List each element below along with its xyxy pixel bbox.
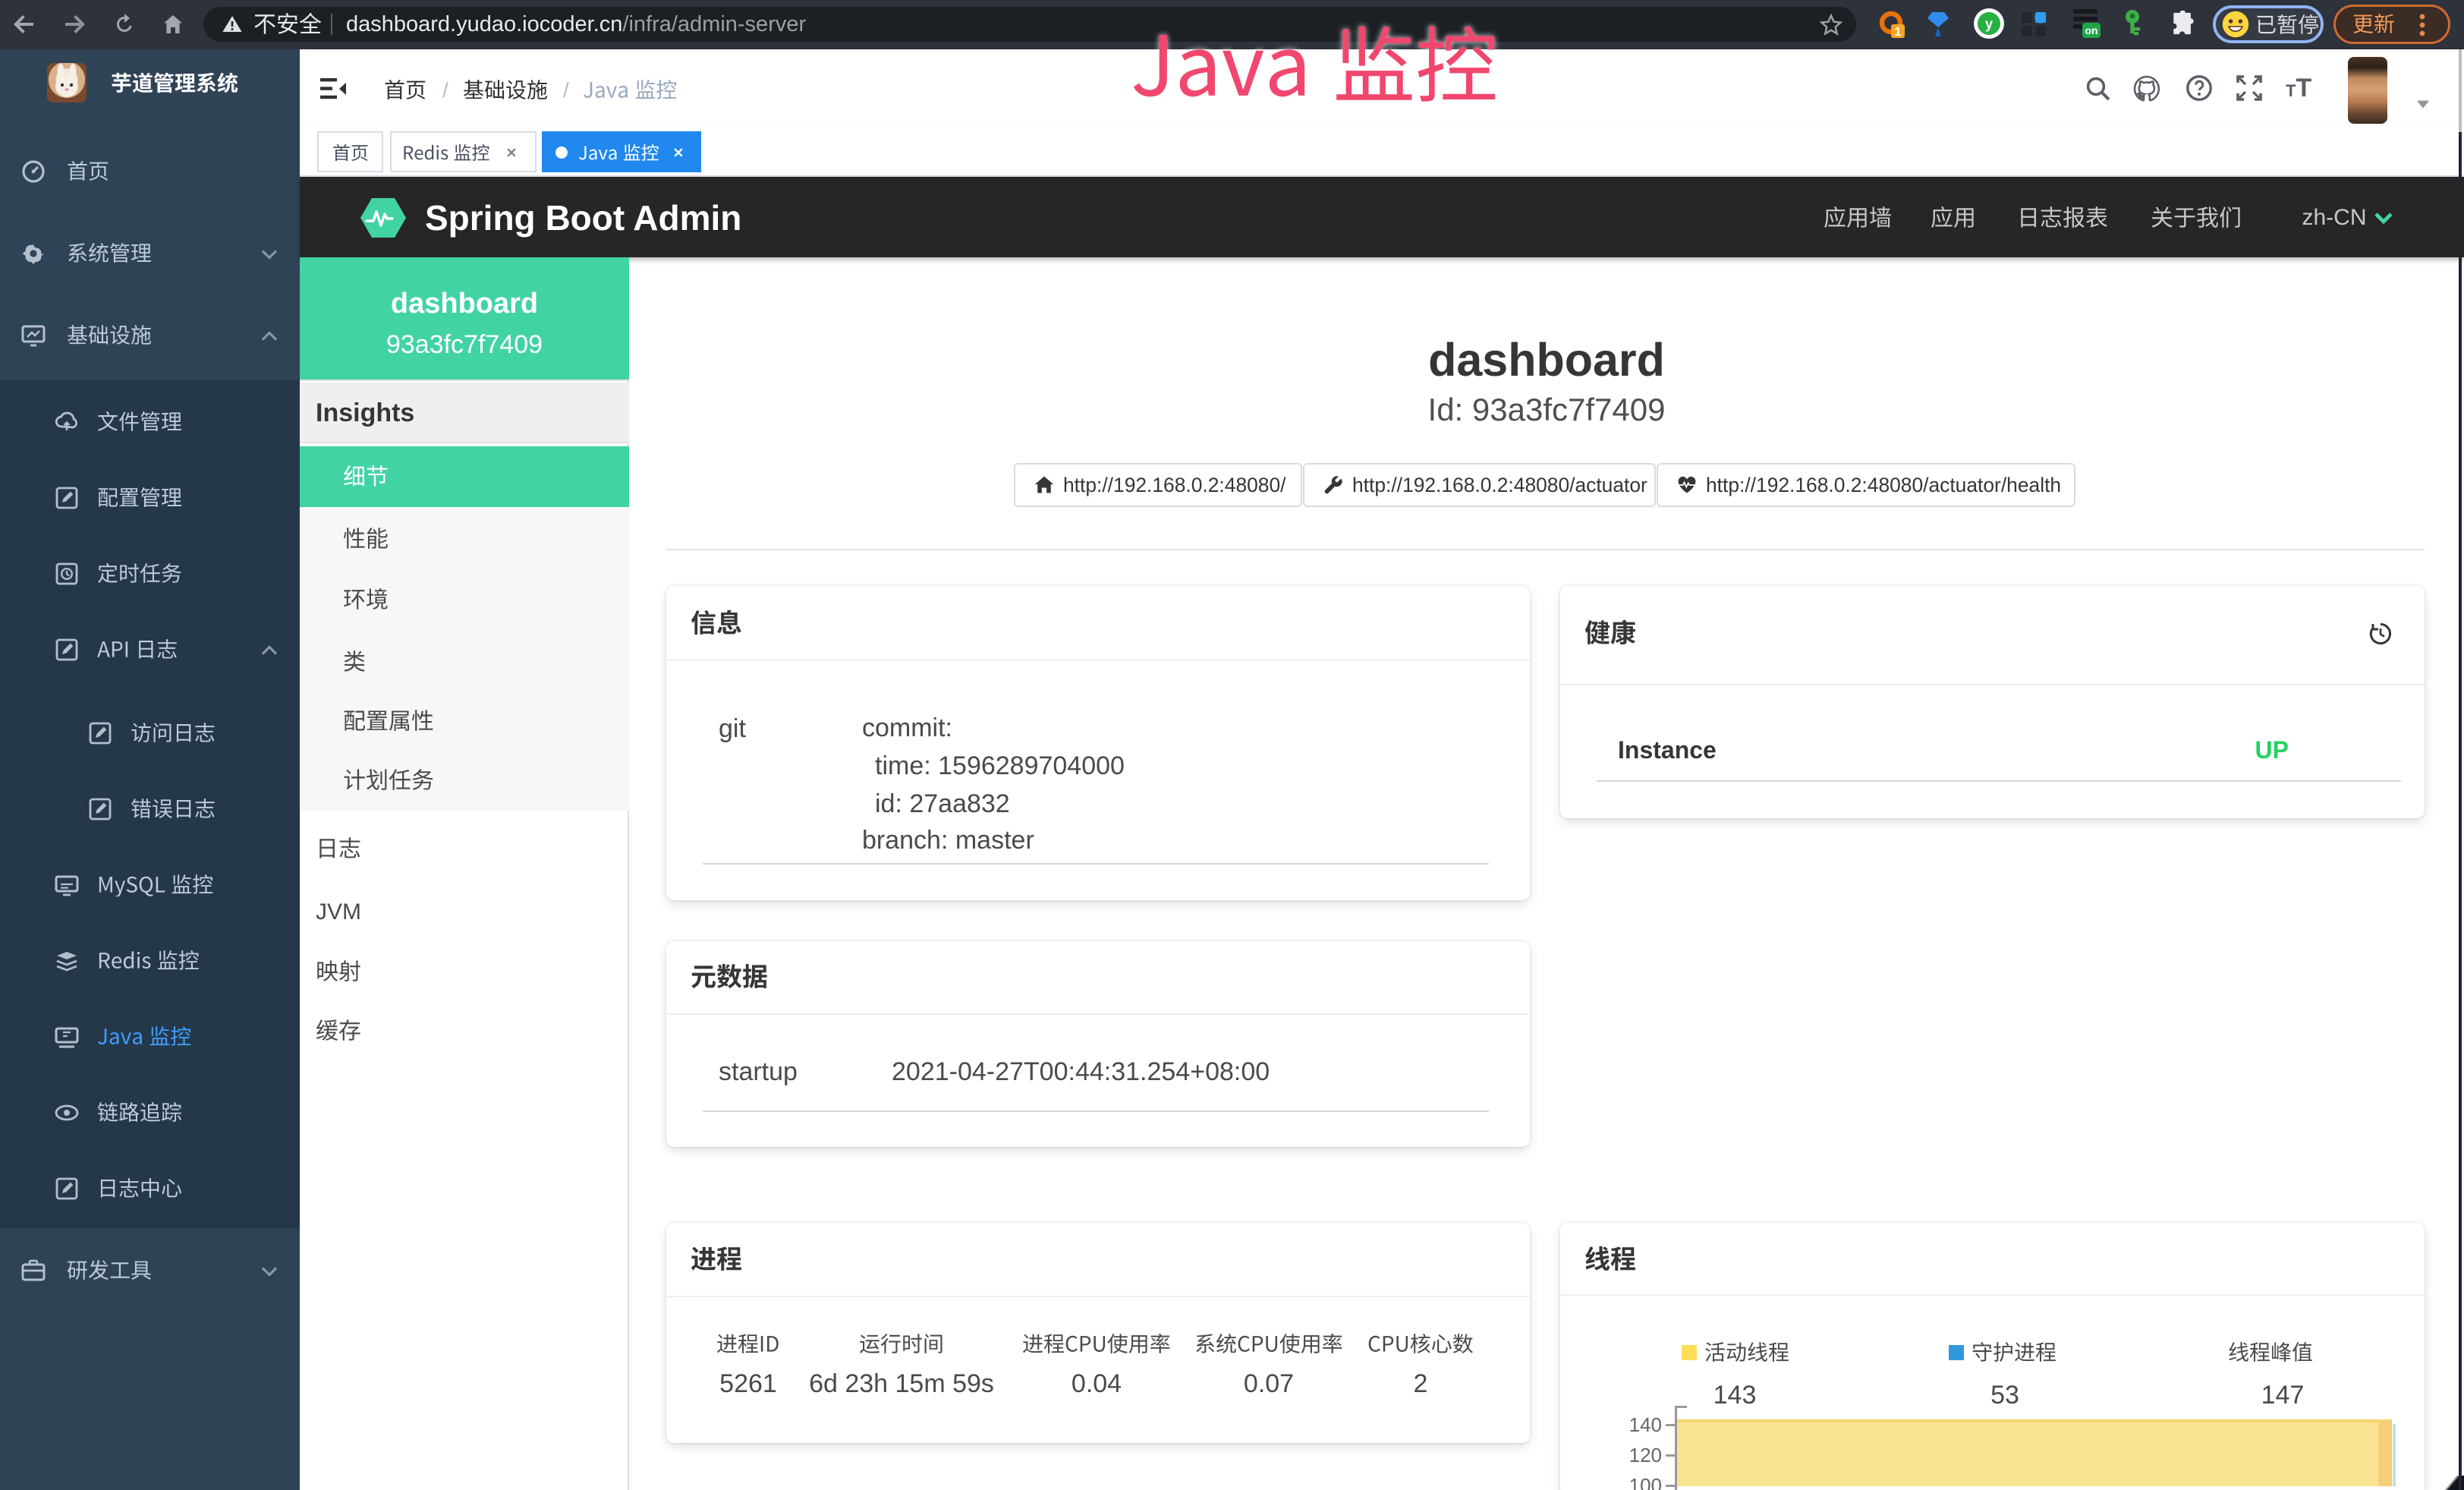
- svg-text:1: 1: [1895, 26, 1902, 38]
- svg-text:y: y: [1985, 17, 1993, 32]
- svg-text:on: on: [2085, 24, 2097, 36]
